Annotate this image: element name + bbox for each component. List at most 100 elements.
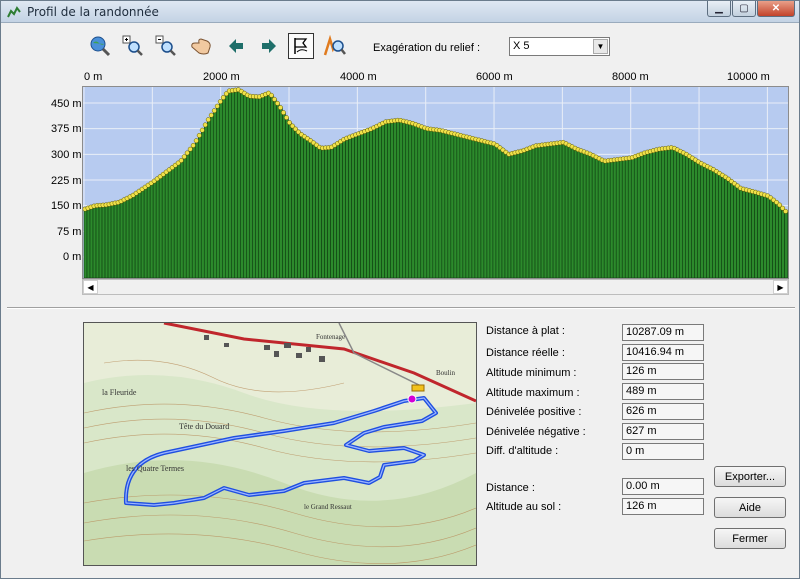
profile-bar: [483, 141, 488, 278]
zoom-in-button[interactable]: [120, 33, 146, 59]
topographic-map[interactable]: Tête du Douard les Quatre Termes la Fleu…: [83, 322, 477, 566]
profile-point[interactable]: [181, 154, 187, 160]
minimize-button[interactable]: ▁: [707, 1, 731, 17]
pan-button[interactable]: [188, 33, 214, 59]
profile-bar: [700, 163, 704, 278]
profile-point[interactable]: [208, 112, 214, 118]
profile-bar: [381, 123, 385, 278]
relief-exaggeration-value: X 5: [513, 40, 530, 52]
profile-bar: [288, 122, 292, 278]
elevation-profile-chart[interactable]: [82, 86, 789, 279]
y-tick-label: 150 m: [51, 200, 82, 212]
profile-point[interactable]: [271, 96, 277, 102]
previous-button[interactable]: [223, 33, 249, 59]
profile-point[interactable]: [193, 138, 199, 144]
negative-elevation-value: 627 m: [622, 423, 704, 440]
profile-bar: [140, 188, 145, 278]
ground-altitude-label: Altitude au sol :: [486, 501, 562, 513]
profile-point[interactable]: [211, 108, 217, 114]
profile-point[interactable]: [783, 208, 788, 214]
profile-bar: [312, 142, 316, 278]
title-bar[interactable]: Profil de la randonnée ▁ ▢ ✕: [1, 1, 799, 23]
profile-bar: [378, 124, 382, 278]
profile-bar: [234, 89, 238, 278]
x-tick-label: 6000 m: [476, 71, 513, 83]
profile-bar: [200, 129, 205, 278]
profile-bar: [525, 148, 530, 278]
flat-distance-label: Distance à plat :: [486, 325, 565, 337]
scroll-left-arrow-icon[interactable]: ◀: [83, 280, 98, 294]
profile-bar: [703, 164, 707, 278]
profile-point[interactable]: [277, 105, 283, 111]
positive-elevation-value: 626 m: [622, 403, 704, 420]
elevation-profile-svg[interactable]: [83, 87, 788, 278]
profile-point[interactable]: [281, 110, 286, 116]
profile-bar: [772, 199, 776, 278]
next-button[interactable]: [256, 33, 282, 59]
chevron-down-icon[interactable]: ▼: [593, 39, 608, 54]
zoom-out-button[interactable]: [153, 33, 179, 59]
profile-point[interactable]: [202, 122, 208, 128]
profile-bar: [330, 146, 334, 278]
close-window-button[interactable]: ✕: [757, 1, 795, 17]
profile-bar: [549, 143, 554, 278]
profile-bar: [282, 112, 286, 278]
close-button[interactable]: Fermer: [714, 528, 786, 549]
relief-exaggeration-select[interactable]: X 5 ▼: [509, 37, 610, 56]
profile-bar: [516, 151, 521, 278]
profile-point[interactable]: [214, 103, 220, 109]
help-button[interactable]: Aide: [714, 497, 786, 518]
profile-bar: [318, 146, 322, 278]
scroll-right-arrow-icon[interactable]: ▶: [773, 280, 788, 294]
maximize-button[interactable]: ▢: [732, 1, 756, 17]
profile-point[interactable]: [187, 146, 193, 152]
profile-bar: [414, 124, 419, 278]
profile-point[interactable]: [220, 95, 226, 100]
y-tick-label: 0 m: [63, 251, 82, 263]
select-profile-button[interactable]: [288, 33, 314, 59]
zoom-global-button[interactable]: [87, 33, 113, 59]
topographic-map-svg[interactable]: Tête du Douard les Quatre Termes la Fleu…: [84, 323, 476, 565]
ground-altitude-value: 126 m: [622, 498, 704, 515]
profile-point[interactable]: [284, 115, 289, 121]
profile-bar: [655, 149, 659, 278]
profile-bar: [86, 207, 91, 278]
profile-bar: [763, 194, 767, 278]
profile-bar: [243, 92, 247, 278]
profile-bar: [152, 180, 157, 278]
profile-bar: [357, 133, 361, 278]
profile-point[interactable]: [205, 117, 211, 123]
export-button[interactable]: Exporter...: [714, 466, 786, 487]
profile-bar: [652, 150, 656, 278]
profile-bar: [188, 148, 193, 278]
profile-bar: [447, 132, 452, 278]
profile-point[interactable]: [199, 127, 205, 133]
profile-point[interactable]: [274, 100, 280, 106]
y-tick-label: 300 m: [51, 149, 82, 161]
map-locate-button[interactable]: [322, 33, 348, 59]
profile-bar: [384, 121, 388, 278]
profile-point[interactable]: [217, 99, 223, 105]
profile-bar: [342, 139, 346, 278]
profile-bar: [546, 143, 551, 278]
profile-bar: [134, 192, 139, 278]
profile-bar: [519, 150, 524, 278]
profile-point[interactable]: [178, 158, 184, 163]
route-zoom-icon: [323, 35, 346, 56]
profile-bar: [648, 151, 653, 278]
profile-bar: [639, 153, 644, 278]
profile-bar: [222, 97, 226, 278]
profile-point[interactable]: [184, 150, 190, 156]
profile-bar: [194, 140, 199, 278]
profile-point[interactable]: [196, 132, 202, 138]
profile-point[interactable]: [190, 142, 196, 148]
cursor-position-marker[interactable]: [411, 384, 425, 392]
profile-point[interactable]: [268, 92, 274, 98]
start-marker-icon[interactable]: [407, 394, 417, 404]
profile-horizontal-scrollbar[interactable]: ◀ ▶: [82, 279, 789, 295]
profile-bar: [459, 135, 464, 278]
profile-bar: [173, 164, 178, 278]
profile-bar: [540, 144, 545, 278]
profile-bar: [143, 186, 148, 278]
profile-bar: [360, 132, 364, 278]
